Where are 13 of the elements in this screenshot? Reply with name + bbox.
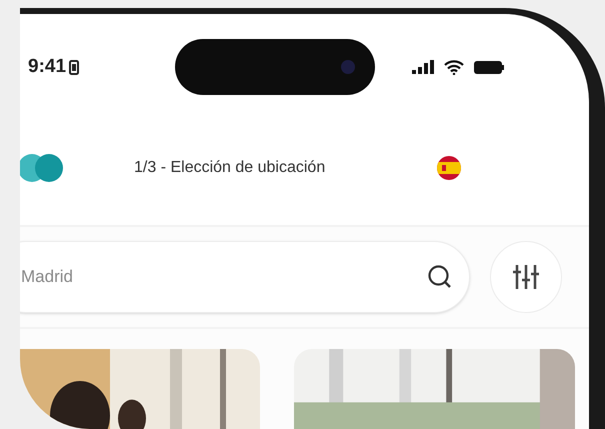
page-title: 1/3 - Elección de ubicación [134, 158, 326, 178]
logo-icon [20, 153, 64, 184]
sliders-icon [512, 263, 540, 292]
search-bar[interactable]: Madrid [20, 241, 470, 314]
camera-icon [341, 60, 355, 74]
search-icon[interactable] [427, 264, 453, 290]
signal-icon [412, 60, 434, 74]
battery-icon [474, 60, 504, 74]
spain-flag-icon [437, 156, 462, 180]
sim-icon [69, 60, 80, 75]
wifi-icon [444, 60, 464, 75]
search-input[interactable]: Madrid [21, 264, 427, 290]
status-time: 9:41 [28, 55, 66, 80]
